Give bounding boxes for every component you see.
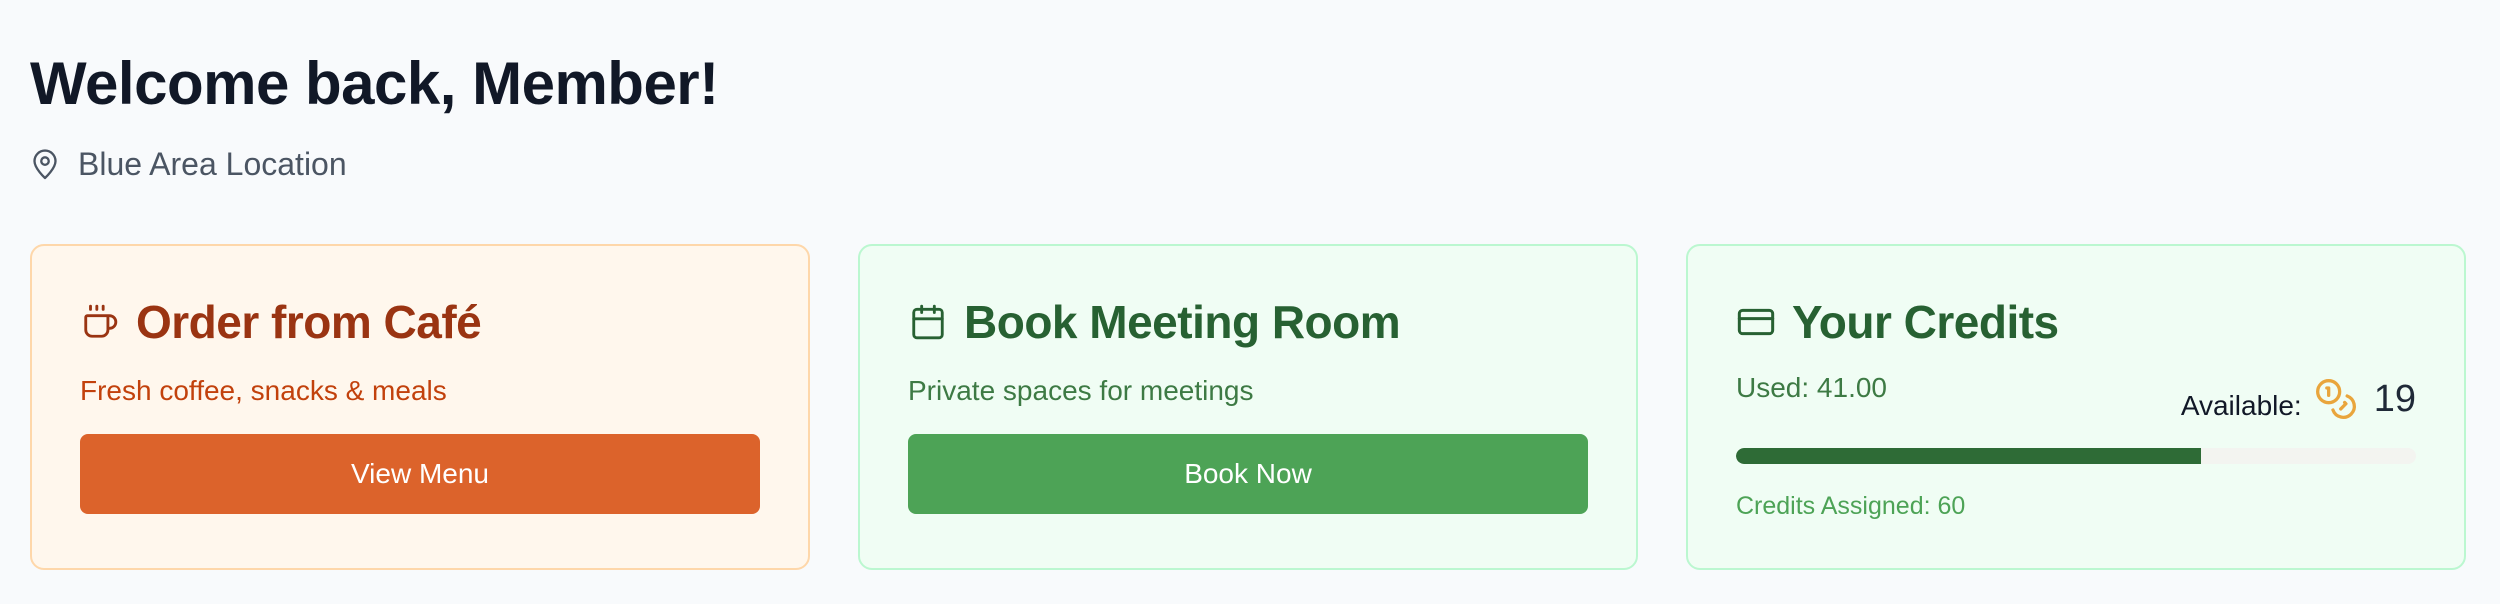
credits-available: Available: 19: [2181, 376, 2416, 422]
meeting-room-card: Book Meeting Room Private spaces for mee…: [858, 244, 1638, 570]
credits-assigned: Credits Assigned: 60: [1736, 492, 1966, 520]
cafe-card-title: Order from Café: [80, 292, 758, 352]
coins-icon: [2314, 377, 2358, 421]
credits-progress-bar: [1736, 448, 2416, 464]
quick-action-cards: Order from Café Fresh coffee, snacks & m…: [30, 244, 2466, 570]
credits-progress-fill: [1736, 448, 2201, 464]
cafe-title-text: Order from Café: [136, 296, 482, 348]
calendar-icon: [908, 302, 948, 342]
dashboard-page: Welcome back, Member! Blue Area Location…: [0, 0, 2500, 604]
credit-card-icon: [1736, 302, 1776, 342]
location-label: Blue Area Location: [78, 145, 347, 182]
credits-card-title: Your Credits: [1736, 292, 2414, 352]
meeting-title-text: Book Meeting Room: [964, 296, 1401, 348]
map-pin-icon: [30, 147, 60, 181]
coffee-cup-icon: [80, 302, 120, 342]
book-now-button[interactable]: Book Now: [908, 434, 1588, 514]
view-menu-button[interactable]: View Menu: [80, 434, 760, 514]
page-title: Welcome back, Member!: [30, 50, 719, 117]
credits-used: Used: 41.00: [1736, 372, 1887, 403]
available-value: 19: [2373, 377, 2416, 420]
location-row: Blue Area Location: [30, 144, 2470, 184]
cafe-subtitle: Fresh coffee, snacks & meals: [80, 375, 447, 406]
credits-card: Your Credits Used: 41.00 Available: 19 C…: [1686, 244, 2466, 570]
cafe-card: Order from Café Fresh coffee, snacks & m…: [30, 244, 810, 570]
available-label: Available:: [2180, 390, 2302, 421]
credits-title-text: Your Credits: [1792, 296, 2059, 348]
meeting-card-title: Book Meeting Room: [908, 292, 1586, 352]
meeting-subtitle: Private spaces for meetings: [908, 375, 1254, 406]
